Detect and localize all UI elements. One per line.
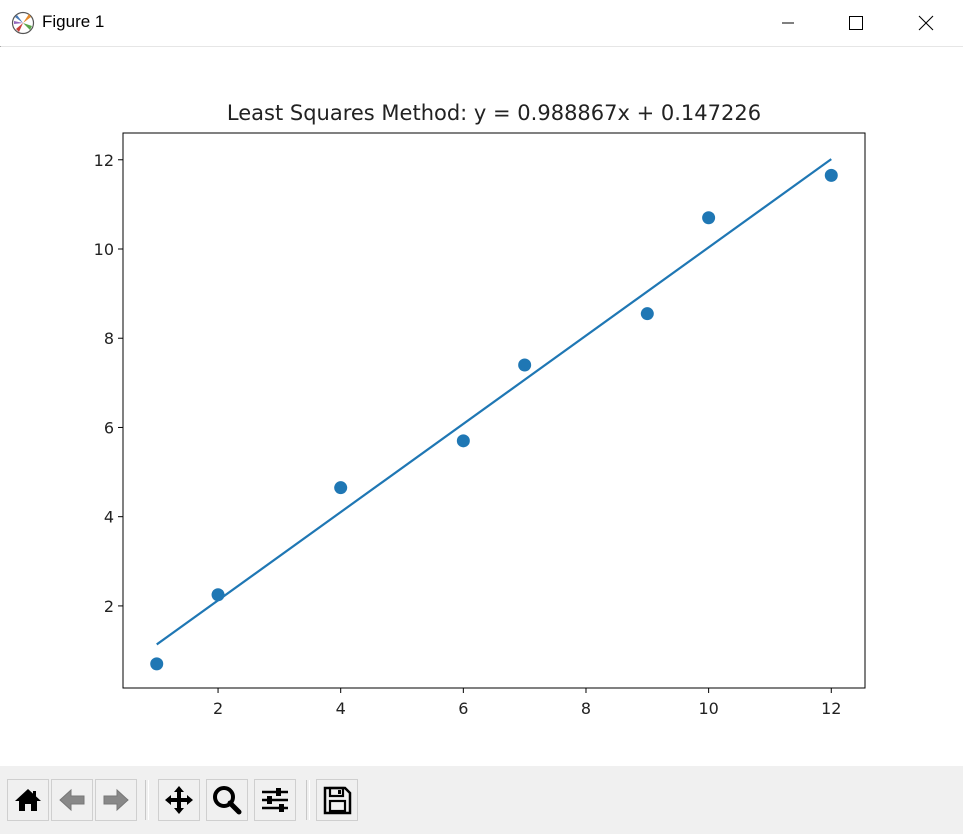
title-bar: Figure 1: [0, 0, 963, 47]
close-icon: [918, 15, 934, 31]
chart-title: Least Squares Method: y = 0.988867x + 0.…: [227, 101, 761, 125]
x-tick-label: 8: [581, 699, 591, 718]
figure-canvas[interactable]: Least Squares Method: y = 0.988867x + 0.…: [0, 47, 963, 765]
y-tick-label: 12: [94, 151, 114, 170]
x-tick-label: 10: [698, 699, 718, 718]
home-icon: [15, 789, 41, 811]
y-tick-label: 8: [104, 329, 114, 348]
scatter-point: [640, 307, 654, 321]
matplotlib-logo-icon: [11, 11, 35, 35]
forward-icon: [103, 788, 129, 812]
save-icon: [323, 786, 352, 815]
scatter-point: [456, 434, 470, 448]
maximize-icon: [849, 16, 863, 30]
zoom-button[interactable]: [206, 779, 248, 821]
toolbar-separator: [306, 780, 310, 820]
window-title: Figure 1: [42, 12, 105, 31]
zoom-icon: [213, 786, 242, 815]
scatter-point: [334, 481, 348, 495]
pan-button[interactable]: [158, 779, 200, 821]
y-tick-label: 6: [104, 418, 114, 437]
back-button[interactable]: [51, 779, 93, 821]
pan-icon: [165, 786, 193, 814]
scatter-point: [702, 211, 716, 225]
chart: Least Squares Method: y = 0.988867x + 0.…: [94, 101, 866, 718]
y-tick-label: 10: [94, 240, 114, 259]
y-tick-label: 4: [104, 508, 114, 527]
scatter-point: [211, 588, 225, 602]
home-button[interactable]: [7, 779, 49, 821]
x-tick-label: 12: [821, 699, 841, 718]
scatter-point: [150, 657, 164, 671]
save-button[interactable]: [316, 779, 358, 821]
x-tick-label: 4: [336, 699, 346, 718]
y-tick-label: 2: [104, 597, 114, 616]
close-button[interactable]: [896, 0, 956, 46]
minimize-icon: [782, 22, 794, 24]
configure-subplots-button[interactable]: [254, 779, 296, 821]
scatter-point: [518, 358, 532, 372]
fit-line: [156, 158, 832, 646]
toolbar-separator: [145, 780, 149, 820]
scatter-point: [824, 168, 838, 182]
figure-window: Figure 1 Least Squares Method: y = 0.988…: [0, 0, 963, 834]
maximize-button[interactable]: [826, 0, 886, 46]
navigation-toolbar: [0, 766, 963, 834]
configure-subplots-icon: [262, 788, 288, 812]
x-tick-label: 6: [458, 699, 468, 718]
forward-button[interactable]: [95, 779, 137, 821]
minimize-button[interactable]: [758, 0, 818, 46]
back-icon: [59, 788, 85, 812]
x-tick-label: 2: [213, 699, 223, 718]
